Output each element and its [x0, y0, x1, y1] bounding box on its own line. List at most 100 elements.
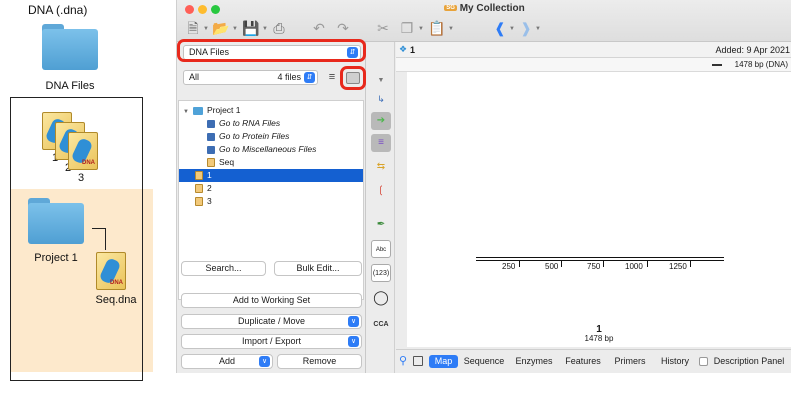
list-item[interactable]: Go to Miscellaneous Files — [179, 143, 363, 156]
file-icon — [195, 197, 203, 207]
link-icon — [207, 132, 215, 141]
app-window: SG My Collection 🗎 ▼ 📂 ▼ 💾 ▼ ⎙ ↶ ↷ ✂ ❐ ▼… — [176, 0, 791, 373]
open-folder-icon[interactable]: 📂 — [211, 19, 231, 37]
tick-label: 1250 — [669, 262, 687, 271]
tab-history[interactable]: History — [655, 355, 695, 368]
zoom-icon[interactable]: ⚲ — [399, 354, 407, 367]
folder-icon — [192, 106, 203, 115]
primer-icon[interactable]: ≡ — [371, 134, 391, 152]
seq-label: Seq.dna — [95, 294, 137, 306]
dna-files-folder-icon — [42, 24, 98, 70]
paste-icon[interactable]: 📋 — [427, 19, 447, 37]
tick-mark — [561, 261, 562, 267]
tick-mark — [690, 261, 691, 267]
map-canvas[interactable]: 250 500 750 1000 1250 1 1478 bp — [407, 72, 791, 347]
duplicate-move-button[interactable]: Duplicate / Move ∨ — [181, 314, 362, 329]
file-icon — [195, 184, 203, 194]
numbers-icon[interactable]: (123) — [371, 264, 391, 282]
collection-select-highlight — [177, 39, 366, 62]
diagram-heading: DNA (.dna) — [28, 3, 88, 17]
list-item[interactable]: Seq — [179, 156, 363, 169]
tick-mark — [647, 261, 648, 267]
map-center-length: 1478 bp — [584, 334, 614, 343]
tab-features[interactable]: Features — [560, 355, 606, 368]
dna-icon: ❖ — [399, 44, 408, 54]
add-to-working-set-button[interactable]: Add to Working Set — [181, 293, 362, 308]
app-icon: SG — [444, 5, 457, 12]
chevron-down-icon: ∨ — [259, 356, 270, 367]
print-icon[interactable]: ⎙ — [269, 19, 289, 37]
list-view-icon[interactable]: ≡ — [325, 70, 339, 85]
search-button[interactable]: Search... — [181, 261, 266, 276]
list-item[interactable]: 1 — [179, 169, 363, 182]
map-header: ❖ 1 Added: 9 Apr 2021 — [396, 42, 791, 58]
tab-map[interactable]: Map — [429, 355, 458, 368]
restriction-site-icon[interactable]: ↳ — [371, 90, 391, 108]
link-icon — [207, 145, 215, 154]
filter-select-value: All — [189, 72, 200, 82]
chevron-down-icon: ∨ — [348, 316, 359, 327]
tab-primers[interactable]: Primers — [609, 355, 651, 368]
tick-label: 750 — [587, 262, 601, 271]
list-item[interactable]: 3 — [179, 195, 363, 208]
collapse-arrow-icon[interactable]: ▼ — [371, 72, 391, 90]
window-title-text: My Collection — [459, 3, 525, 14]
collection-pane: DNA Files ⇵ All 4 files ⇵ ≡ ▼ Project 1 G… — [177, 39, 366, 373]
doc-number-3: 3 — [77, 172, 85, 184]
file-count: 4 files — [277, 72, 301, 82]
list-item[interactable]: 2 — [179, 182, 363, 195]
description-panel-label: Description Panel — [713, 356, 785, 366]
map-subheader: 1478 bp (DNA) — [396, 58, 791, 72]
text-abc-icon[interactable]: Abc — [371, 240, 391, 258]
chevron-down-icon: ∨ — [348, 336, 359, 347]
map-tool-column: ▼ ↳ ➔ ≡ ⇆ ❲ ✒ Abc (123) ◯ CCA — [367, 42, 395, 373]
split-view-icon[interactable] — [413, 356, 423, 366]
feature-arrow-icon[interactable]: ➔ — [371, 112, 391, 130]
list-item[interactable]: ▼ Project 1 — [179, 104, 363, 117]
remove-button[interactable]: Remove — [277, 354, 362, 369]
title-bar: SG My Collection 🗎 ▼ 📂 ▼ 💾 ▼ ⎙ ↶ ↷ ✂ ❐ ▼… — [177, 0, 791, 42]
tab-sequence[interactable]: Sequence — [460, 355, 508, 368]
cut-icon[interactable]: ✂ — [373, 19, 393, 37]
add-button[interactable]: Add ∨ — [181, 354, 273, 369]
orf-icon[interactable]: ⇆ — [371, 158, 391, 176]
list-item[interactable]: Go to RNA Files — [179, 117, 363, 130]
forward-icon[interactable]: ❱ — [517, 19, 535, 37]
document-icon: DNA — [68, 132, 98, 170]
redo-icon[interactable]: ↷ — [333, 19, 353, 37]
file-icon — [207, 158, 215, 168]
seq-document-icon: DNA — [96, 252, 126, 290]
new-file-icon[interactable]: 🗎 — [183, 19, 203, 37]
project-label: Project 1 — [34, 252, 78, 264]
tick-label: 250 — [502, 262, 516, 271]
tick-label: 1000 — [625, 262, 643, 271]
sequence-name: 1 — [410, 45, 416, 55]
undo-icon[interactable]: ↶ — [309, 19, 329, 37]
connector-line — [92, 228, 106, 250]
description-panel-checkbox[interactable] — [699, 357, 708, 366]
circle-icon[interactable]: ◯ — [371, 288, 391, 306]
filter-select[interactable]: All 4 files ⇵ — [183, 70, 318, 85]
tab-enzymes[interactable]: Enzymes — [512, 355, 556, 368]
tick-label: 500 — [545, 262, 559, 271]
sidebar-toggle-highlight — [340, 66, 366, 90]
sequence-line — [476, 257, 724, 261]
list-item[interactable]: Go to Protein Files — [179, 130, 363, 143]
window-title: SG My Collection — [177, 3, 791, 14]
save-icon[interactable]: 💾 — [241, 19, 261, 37]
added-date: Added: 9 Apr 2021 — [715, 45, 790, 55]
circular-view-icon[interactable]: ❲ — [371, 182, 391, 200]
import-export-button[interactable]: Import / Export ∨ — [181, 334, 362, 349]
tick-mark — [603, 261, 604, 267]
link-icon — [207, 119, 215, 128]
view-tabs-bar: ⚲ Map Sequence Enzymes Features Primers … — [396, 349, 791, 373]
chevron-updown-icon: ⇵ — [304, 72, 315, 83]
sequence-cca-icon[interactable]: CCA — [371, 316, 391, 334]
back-icon[interactable]: ❰ — [491, 19, 509, 37]
tick-mark — [519, 261, 520, 267]
bulk-edit-button[interactable]: Bulk Edit... — [274, 261, 362, 276]
project-folder-icon — [28, 198, 84, 244]
sequence-length: 1478 bp (DNA) — [734, 60, 788, 69]
pen-icon[interactable]: ✒ — [371, 216, 391, 234]
copy-icon[interactable]: ❐ — [397, 19, 417, 37]
